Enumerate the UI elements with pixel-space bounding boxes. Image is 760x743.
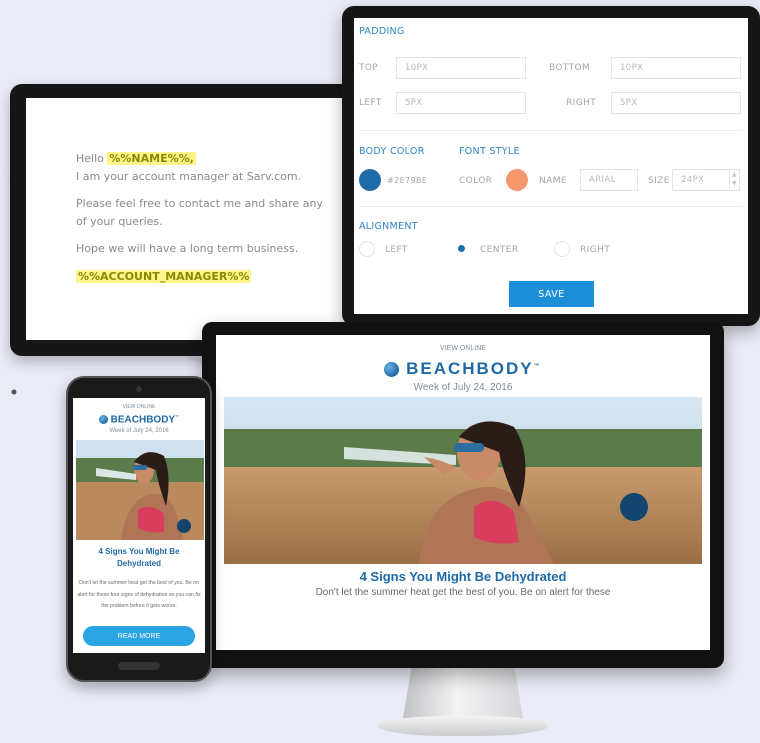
- week-label: Week of July 24, 2016: [413, 382, 513, 393]
- align-center-radio[interactable]: [454, 241, 470, 257]
- email-line-3: Hope we will have a long term business.: [76, 242, 299, 256]
- trademark-symbol: ™: [175, 414, 180, 419]
- align-left-radio[interactable]: [359, 241, 375, 257]
- article-headline: 4 Signs You Might Be Dehydrated: [98, 547, 180, 568]
- divider: [359, 206, 743, 207]
- font-color-swatch[interactable]: [506, 169, 528, 191]
- week-label: Week of July 24, 2016: [109, 428, 169, 434]
- size-stepper-icon[interactable]: ▲ ▼: [729, 170, 739, 190]
- brand-name: BEACHBODY: [406, 359, 534, 378]
- email-preview-device: Hello %%NAME%%, I am your account manage…: [10, 84, 360, 356]
- view-online-link[interactable]: VIEW ONLINE: [73, 404, 205, 410]
- font-color-label: COLOR: [459, 176, 493, 186]
- padding-left-input[interactable]: 5PX: [396, 92, 526, 114]
- align-right-label: RIGHT: [580, 245, 611, 255]
- name-merge-tag: %%NAME%%,: [107, 152, 196, 165]
- body-color-value: #2E79BE: [387, 176, 428, 185]
- email-preview-screen: Hello %%NAME%%, I am your account manage…: [26, 98, 345, 340]
- read-more-button[interactable]: READ MORE: [83, 626, 195, 646]
- globe-icon: [384, 362, 400, 378]
- alignment-title: ALIGNMENT: [359, 221, 418, 232]
- article-headline: 4 Signs You Might Be Dehydrated: [359, 569, 567, 584]
- divider: [359, 130, 743, 131]
- align-right-radio[interactable]: [554, 241, 570, 257]
- padding-right-label: RIGHT: [566, 98, 597, 108]
- font-size-value: 24PX: [681, 175, 705, 185]
- globe-icon: [98, 415, 108, 425]
- padding-top-input[interactable]: 10PX: [396, 57, 526, 79]
- email-line-2: Please feel free to contact me and share…: [76, 197, 323, 228]
- mobile-phone: VIEW ONLINE BEACHBODY™ Week of July 24, …: [66, 376, 212, 682]
- email-line-1: I am your account manager at Sarv.com.: [76, 169, 302, 183]
- desktop-monitor: VIEW ONLINE BEACHBODY™ Week of July 24, …: [202, 322, 724, 668]
- brand-name: BEACHBODY: [110, 414, 176, 426]
- style-settings-panel: PADDING TOP 10PX BOTTOM 10PX LEFT 5PX RI…: [354, 18, 748, 314]
- mobile-newsletter-preview: VIEW ONLINE BEACHBODY™ Week of July 24, …: [73, 398, 205, 653]
- font-style-title: FONT STYLE: [459, 146, 520, 157]
- align-center-label: CENTER: [480, 245, 519, 255]
- save-button[interactable]: SAVE: [509, 281, 594, 307]
- monitor-stand-base: [378, 716, 548, 736]
- email-greeting-line: Hello %%NAME%%, I am your account manage…: [76, 150, 327, 185]
- brand-logo: BEACHBODY™: [73, 414, 205, 425]
- font-size-input[interactable]: 24PX ▲ ▼: [672, 169, 740, 191]
- font-size-label: SIZE: [648, 176, 670, 186]
- camera-icon: [136, 386, 142, 392]
- account-manager-merge-tag: %%ACCOUNT_MANAGER%%: [76, 269, 252, 283]
- padding-section-title: PADDING: [359, 26, 405, 37]
- desktop-newsletter-preview: VIEW ONLINE BEACHBODY™ Week of July 24, …: [216, 335, 710, 650]
- body-color-title: BODY COLOR: [359, 146, 425, 157]
- hero-image: [76, 440, 204, 540]
- padding-bottom-input[interactable]: 10PX: [611, 57, 741, 79]
- padding-left-label: LEFT: [359, 98, 382, 108]
- padding-right-input[interactable]: 5PX: [611, 92, 741, 114]
- home-button: [118, 662, 160, 670]
- align-left-label: LEFT: [385, 245, 408, 255]
- view-online-link[interactable]: VIEW ONLINE: [216, 345, 710, 352]
- article-snippet: Don't let the summer heat get the best o…: [315, 587, 611, 598]
- brand-logo: BEACHBODY™: [216, 359, 710, 379]
- article-snippet: Don't let the summer heat get the best o…: [77, 580, 201, 609]
- email-greeting: Hello: [76, 152, 104, 165]
- padding-bottom-label: BOTTOM: [549, 63, 591, 73]
- hero-image: [224, 397, 702, 564]
- trademark-symbol: ™: [533, 363, 542, 370]
- body-color-swatch[interactable]: [359, 169, 381, 191]
- font-name-input[interactable]: ARIAL: [580, 169, 638, 191]
- padding-top-label: TOP: [359, 63, 379, 73]
- font-name-label: NAME: [539, 176, 567, 186]
- style-settings-device: PADDING TOP 10PX BOTTOM 10PX LEFT 5PX RI…: [342, 6, 760, 326]
